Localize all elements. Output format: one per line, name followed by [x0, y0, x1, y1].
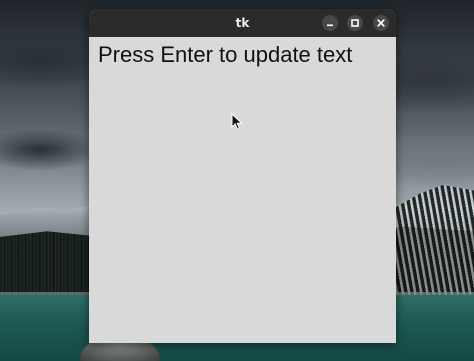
minimize-button[interactable] [322, 15, 338, 31]
wallpaper-snowy-slope [396, 185, 474, 295]
window-client-area[interactable]: Press Enter to update text [89, 37, 396, 343]
maximize-button[interactable] [347, 15, 363, 31]
maximize-icon [351, 19, 359, 27]
wallpaper-rock [80, 340, 160, 361]
close-icon [377, 19, 385, 27]
tk-window: tk Press Enter to update text [89, 9, 396, 343]
window-titlebar[interactable]: tk [89, 9, 396, 37]
mouse-pointer-icon [231, 113, 243, 131]
minimize-icon [327, 24, 333, 27]
instruction-label: Press Enter to update text [98, 42, 353, 67]
close-button[interactable] [373, 15, 389, 31]
